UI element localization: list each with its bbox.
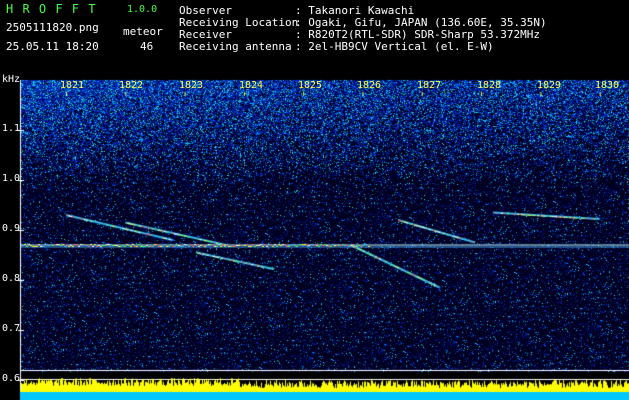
- y-tick-label: 1.1: [2, 123, 21, 134]
- spectrogram-canvas: [0, 0, 629, 400]
- app-name: H R O F F T: [6, 2, 97, 16]
- y-axis-unit: kHz: [2, 74, 21, 85]
- y-tick-label: 0.7: [2, 323, 21, 334]
- y-tick-label: 0.6: [2, 373, 21, 384]
- x-tick-label: 1821: [60, 80, 85, 91]
- x-tick-label: 1822: [119, 80, 144, 91]
- antenna-label: Receiving antenna: [179, 40, 292, 53]
- y-tick-label: 0.8: [2, 273, 21, 284]
- mode-label: meteor: [123, 25, 163, 38]
- y-tick-label: 0.9: [2, 223, 21, 234]
- file-name: 2505111820.png: [6, 21, 99, 34]
- datetime: 25.05.11 18:20: [6, 40, 99, 53]
- x-tick-label: 1824: [239, 80, 264, 91]
- x-tick-label: 1823: [179, 80, 204, 91]
- x-tick-label: 1825: [298, 80, 323, 91]
- x-tick-label: 1830: [595, 80, 620, 91]
- y-tick-label: 1.0: [2, 173, 21, 184]
- x-tick-label: 1828: [477, 80, 502, 91]
- x-tick-label: 1827: [417, 80, 442, 91]
- x-tick-label: 1826: [357, 80, 382, 91]
- app-version: 1.0.0: [127, 4, 158, 15]
- meteor-count: 46: [140, 40, 154, 53]
- x-tick-label: 1829: [537, 80, 562, 91]
- antenna-value: : 2el-HB9CV Vertical (el. E-W): [295, 40, 494, 53]
